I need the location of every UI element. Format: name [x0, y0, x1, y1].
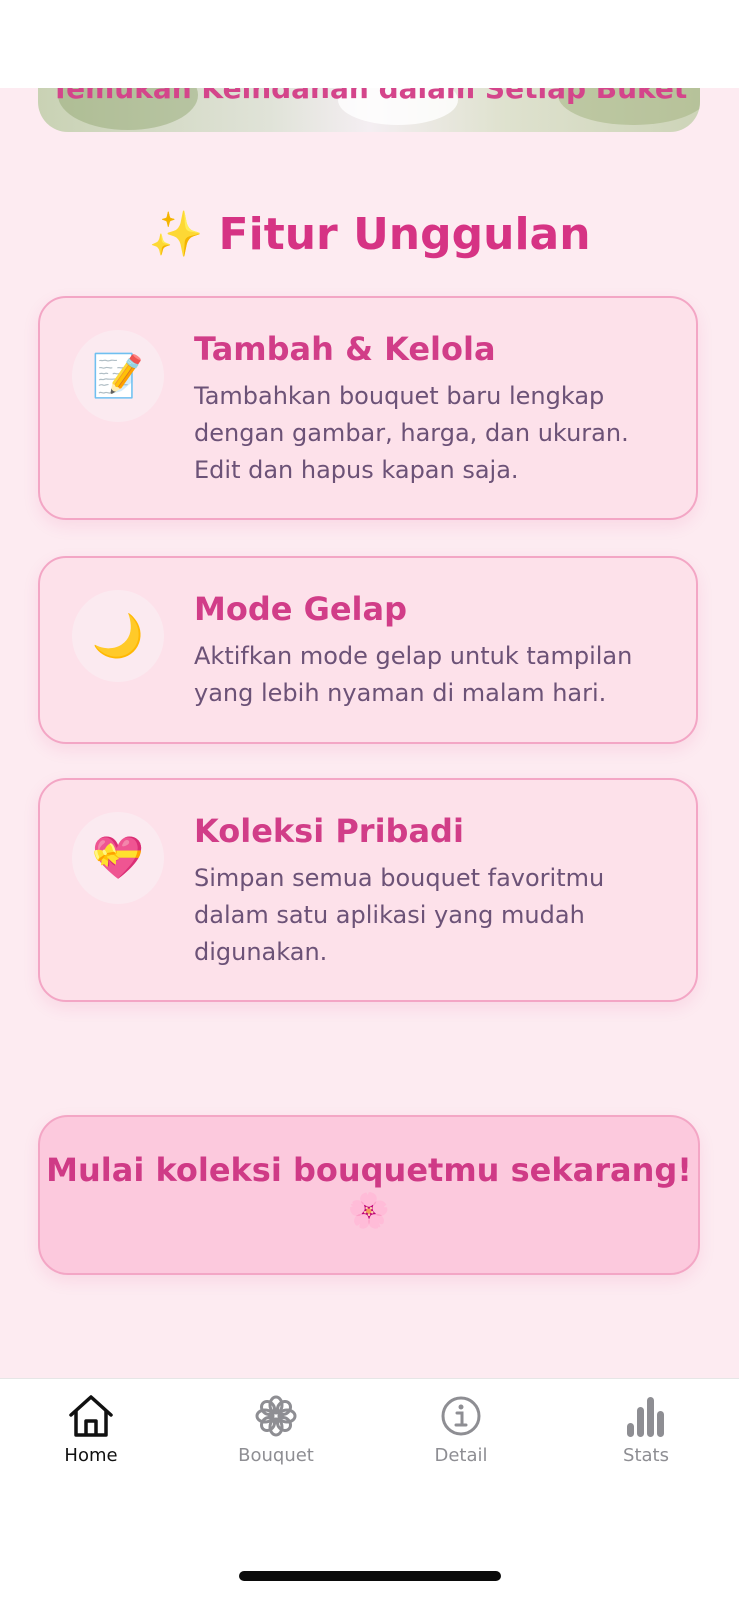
home-indicator[interactable]	[239, 1571, 501, 1581]
tab-stats[interactable]: Stats	[571, 1393, 721, 1473]
tab-label: Stats	[623, 1445, 669, 1466]
tab-label: Home	[64, 1445, 118, 1466]
tab-label: Bouquet	[238, 1445, 314, 1466]
feature-description: Simpan semua bouquet favoritmu dalam sat…	[194, 864, 605, 966]
tab-home[interactable]: Home	[16, 1393, 166, 1473]
status-bar	[0, 0, 739, 88]
memo-icon: 📝	[72, 330, 164, 422]
tab-bouquet[interactable]: Bouquet	[201, 1393, 351, 1473]
cta-text: Mulai koleksi bouquetmu sekarang!	[46, 1151, 692, 1189]
heart-ribbon-icon: 💝	[72, 812, 164, 904]
feature-title: Koleksi Pribadi	[194, 812, 464, 850]
info-icon	[441, 1396, 481, 1436]
bar-chart-icon	[627, 1397, 664, 1437]
feature-title: Mode Gelap	[194, 590, 408, 628]
tab-detail[interactable]: Detail	[386, 1393, 536, 1473]
feature-title: Tambah & Kelola	[194, 330, 496, 368]
feature-card-collection: 💝 Koleksi Pribadi Simpan semua bouquet f…	[38, 778, 698, 1002]
tab-label: Detail	[434, 1445, 488, 1466]
home-icon	[69, 1395, 113, 1437]
feature-description: Aktifkan mode gelap untuk tampilan yang …	[194, 642, 633, 707]
feature-card-dark-mode: 🌙 Mode Gelap Aktifkan mode gelap untuk t…	[38, 556, 698, 744]
section-title: ✨ Fitur Unggulan	[148, 209, 591, 260]
cta-banner[interactable]: Mulai koleksi bouquetmu sekarang! 🌸	[38, 1115, 700, 1275]
cherry-blossom-icon: 🌸	[347, 1191, 391, 1231]
flower-icon	[255, 1395, 297, 1437]
feature-description: Tambahkan bouquet baru lengkap dengan ga…	[194, 382, 629, 484]
feature-card-manage: 📝 Tambah & Kelola Tambahkan bouquet baru…	[38, 296, 698, 520]
tab-bar: Home Bouquet Detail Stats	[0, 1378, 739, 1601]
crescent-moon-icon: 🌙	[72, 590, 164, 682]
